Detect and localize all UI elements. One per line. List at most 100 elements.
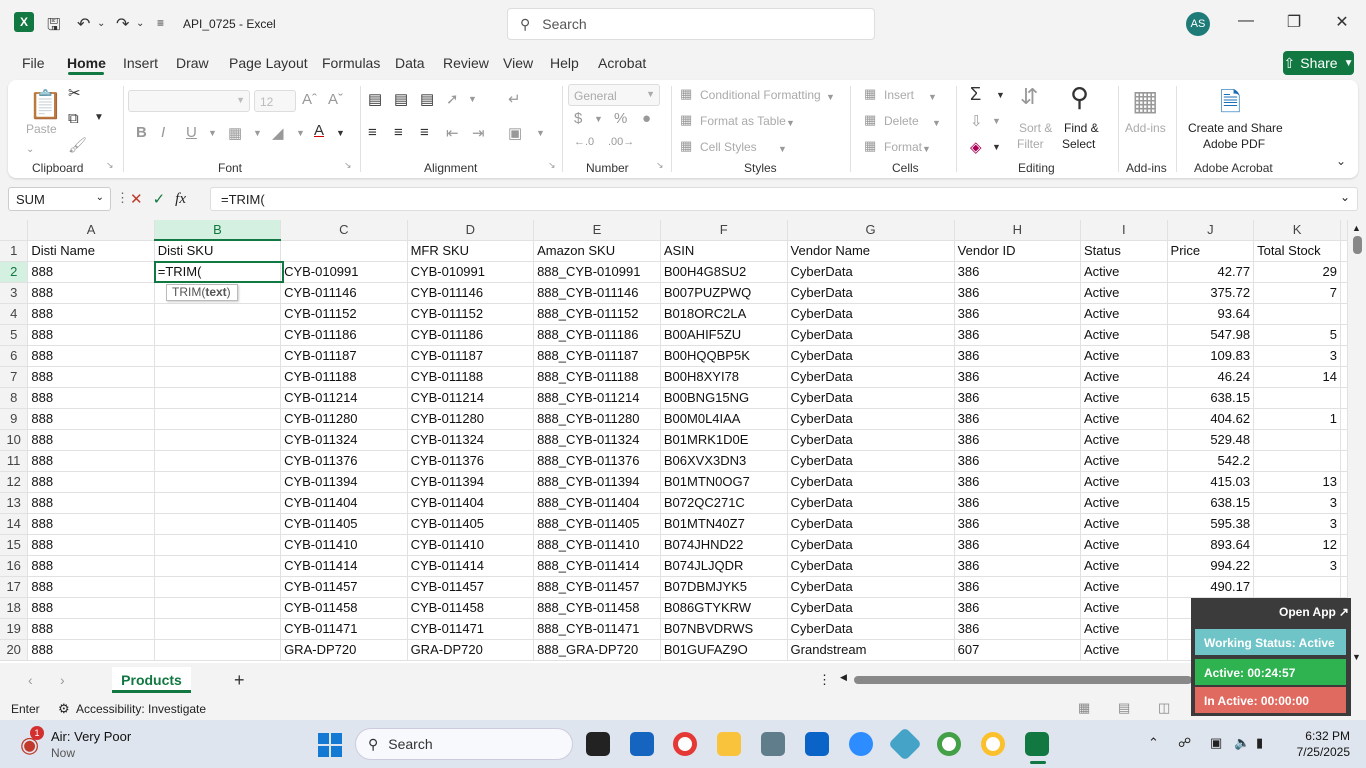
- cell[interactable]: CyberData: [787, 576, 955, 598]
- cell[interactable]: CYB-011324: [407, 429, 535, 451]
- row-header[interactable]: 17: [0, 576, 29, 598]
- normal-view-icon[interactable]: ▦: [1078, 700, 1090, 716]
- cell[interactable]: [1340, 450, 1348, 472]
- cell[interactable]: 386: [954, 555, 1082, 577]
- row-header[interactable]: 4: [0, 303, 29, 325]
- undo-icon[interactable]: ↶: [77, 14, 90, 34]
- cell[interactable]: 888_CYB-011404: [533, 492, 661, 514]
- next-sheet-icon[interactable]: ›: [60, 672, 65, 688]
- horizontal-scrollbar[interactable]: ◀: [838, 672, 1192, 685]
- cell[interactable]: CYB-011186: [280, 324, 408, 346]
- row-header[interactable]: 12: [0, 471, 29, 493]
- tab-acrobat[interactable]: Acrobat: [598, 55, 646, 71]
- autosum-icon[interactable]: Σ: [970, 84, 981, 105]
- cell[interactable]: 888_CYB-011152: [533, 303, 661, 325]
- cell[interactable]: 386: [954, 345, 1082, 367]
- tab-data[interactable]: Data: [395, 55, 425, 71]
- borders-icon[interactable]: ▦: [228, 124, 242, 142]
- cell[interactable]: [1340, 282, 1348, 304]
- cell[interactable]: [1340, 429, 1348, 451]
- cell[interactable]: CYB-011410: [407, 534, 535, 556]
- cell[interactable]: 888: [27, 345, 155, 367]
- cell[interactable]: 386: [954, 282, 1082, 304]
- cell-styles-icon[interactable]: ▦: [680, 138, 692, 154]
- clock-date[interactable]: 7/25/2025: [1284, 745, 1350, 759]
- format-as-table-icon[interactable]: ▦: [680, 112, 692, 128]
- conditional-formatting-icon[interactable]: ▦: [680, 86, 692, 102]
- cell[interactable]: [1340, 261, 1348, 283]
- borders-dropdown-icon[interactable]: ▼: [253, 128, 262, 138]
- tab-file[interactable]: File: [22, 55, 45, 71]
- cell[interactable]: B01MTN40Z7: [660, 513, 788, 535]
- cell[interactable]: CYB-011404: [280, 492, 408, 514]
- cell[interactable]: CyberData: [787, 513, 955, 535]
- cell[interactable]: 888: [27, 471, 155, 493]
- cell[interactable]: 386: [954, 534, 1082, 556]
- cell[interactable]: 547.98: [1167, 324, 1255, 346]
- redo-dropdown-icon[interactable]: ⌄: [136, 18, 144, 29]
- cell[interactable]: GRA-DP720: [407, 639, 535, 661]
- font-launcher-icon[interactable]: ↘: [344, 160, 352, 171]
- cell[interactable]: 386: [954, 597, 1082, 619]
- chrome-icon[interactable]: [673, 732, 697, 756]
- cell[interactable]: 888_CYB-011471: [533, 618, 661, 640]
- cell[interactable]: [154, 366, 282, 388]
- cell[interactable]: 638.15: [1167, 387, 1255, 409]
- copy-icon[interactable]: ⧉: [68, 110, 79, 127]
- cell[interactable]: Active: [1080, 618, 1168, 640]
- cell[interactable]: 386: [954, 408, 1082, 430]
- cell[interactable]: CYB-011471: [407, 618, 535, 640]
- column-header-d[interactable]: D: [407, 220, 535, 241]
- increase-indent-icon[interactable]: ⇥: [472, 124, 485, 142]
- filter-label[interactable]: Filter: [1017, 137, 1044, 151]
- cell[interactable]: 888: [27, 429, 155, 451]
- italic-icon[interactable]: I: [161, 124, 165, 141]
- cell[interactable]: 888_GRA-DP720: [533, 639, 661, 661]
- formula-input[interactable]: =TRIM(: [210, 187, 1358, 211]
- outlook-icon[interactable]: [805, 732, 829, 756]
- row-header[interactable]: 10: [0, 429, 29, 451]
- cell[interactable]: CYB-011405: [407, 513, 535, 535]
- cell[interactable]: Active: [1080, 261, 1168, 283]
- restore-icon[interactable]: ❐: [1282, 12, 1306, 32]
- cell[interactable]: CYB-011457: [280, 576, 408, 598]
- cell[interactable]: CyberData: [787, 534, 955, 556]
- format-cells-button[interactable]: Format: [884, 140, 922, 154]
- cell[interactable]: 888: [27, 513, 155, 535]
- windows-start-icon[interactable]: [318, 733, 342, 757]
- delete-cells-button[interactable]: Delete: [884, 114, 919, 128]
- cell-styles-button[interactable]: Cell Styles: [700, 140, 757, 154]
- tab-split-icon[interactable]: ⋮: [818, 672, 831, 688]
- cell[interactable]: 888_CYB-011146: [533, 282, 661, 304]
- cell[interactable]: 386: [954, 513, 1082, 535]
- cell[interactable]: CyberData: [787, 324, 955, 346]
- battery-icon[interactable]: ▮: [1256, 735, 1263, 751]
- cell[interactable]: CYB-011394: [407, 471, 535, 493]
- cell[interactable]: CyberData: [787, 618, 955, 640]
- underline-dropdown-icon[interactable]: ▼: [208, 128, 217, 138]
- clock-time[interactable]: 6:32 PM: [1300, 729, 1350, 743]
- number-format-dropdown[interactable]: General ▼: [568, 84, 660, 106]
- cell[interactable]: CYB-011280: [407, 408, 535, 430]
- comma-style-icon[interactable]: ●: [642, 110, 651, 127]
- cell[interactable]: [1253, 450, 1341, 472]
- cell[interactable]: Active: [1080, 345, 1168, 367]
- cell[interactable]: 386: [954, 618, 1082, 640]
- cell[interactable]: B018ORC2LA: [660, 303, 788, 325]
- increase-decimal-icon[interactable]: ←.0: [574, 136, 594, 148]
- cell[interactable]: 595.38: [1167, 513, 1255, 535]
- column-header-h[interactable]: H: [954, 220, 1082, 241]
- show-hidden-icons[interactable]: ⌃: [1148, 735, 1159, 751]
- cell[interactable]: 888_CYB-011324: [533, 429, 661, 451]
- cell[interactable]: 888_CYB-011187: [533, 345, 661, 367]
- orientation-dropdown-icon[interactable]: ▼: [468, 94, 477, 104]
- accessibility-status[interactable]: Accessibility: Investigate: [76, 702, 206, 716]
- cell[interactable]: CYB-011404: [407, 492, 535, 514]
- cell[interactable]: CYB-011405: [280, 513, 408, 535]
- cell[interactable]: B01MRK1D0E: [660, 429, 788, 451]
- cell[interactable]: CYB-011414: [280, 555, 408, 577]
- cell[interactable]: [154, 513, 282, 535]
- cell[interactable]: 888: [27, 492, 155, 514]
- column-header-e[interactable]: E: [533, 220, 661, 241]
- cut-icon[interactable]: ✂: [68, 84, 81, 102]
